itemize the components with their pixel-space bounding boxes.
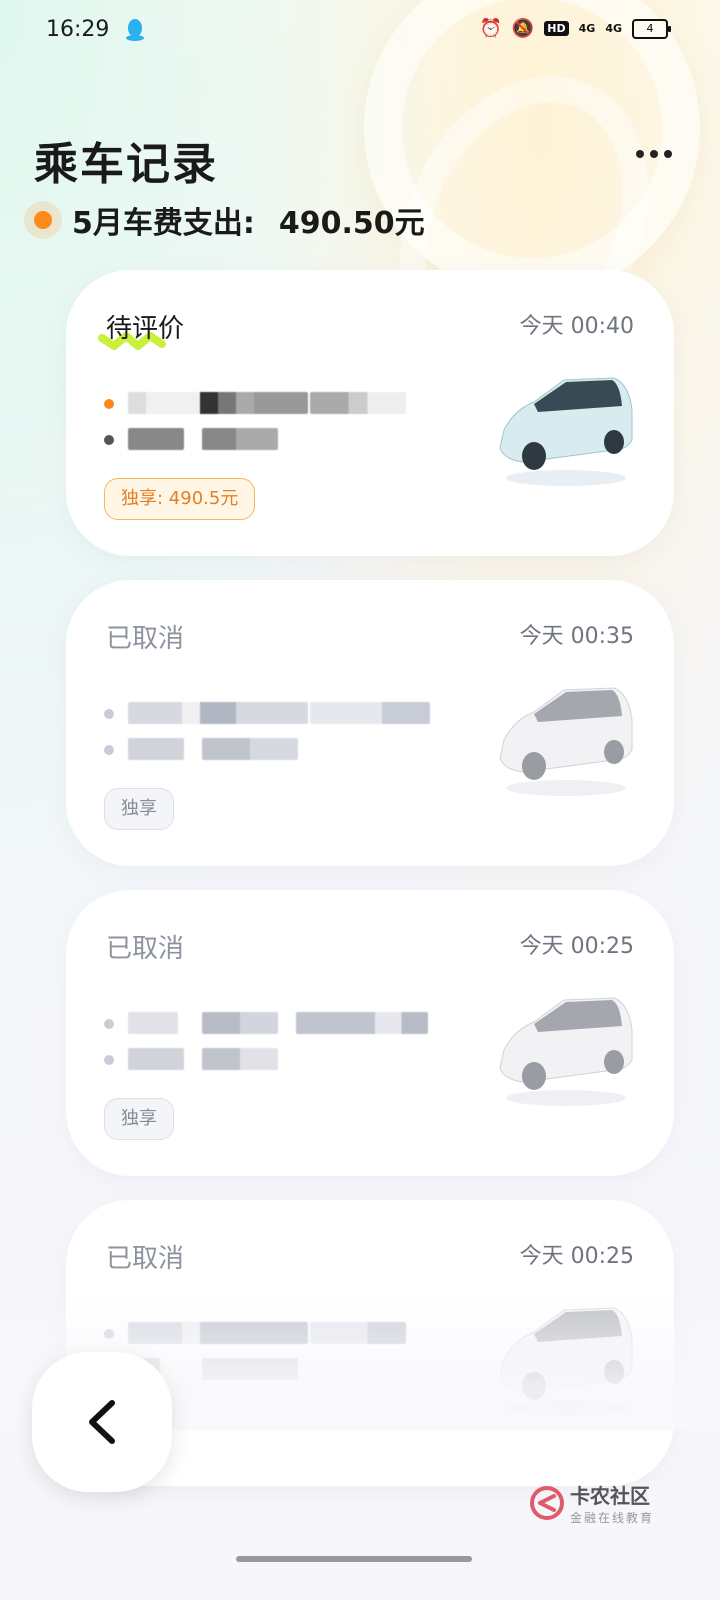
trip-time: 今天 00:25 xyxy=(519,934,634,959)
kanong-logo-icon xyxy=(530,1486,564,1520)
trip-time: 今天 00:35 xyxy=(519,624,634,649)
back-button[interactable] xyxy=(32,1352,172,1492)
start-location xyxy=(104,702,464,724)
mute-bell-icon: 🔕 xyxy=(511,18,535,39)
watermark-title: 卡农社区 xyxy=(570,1484,650,1508)
trip-status: 已取消 xyxy=(106,1244,185,1274)
summary-dot-icon xyxy=(24,201,62,239)
watermark: 卡农社区 金融在线教育 xyxy=(530,1480,654,1526)
signal-icon: 4G xyxy=(605,22,622,35)
battery-icon: 4 xyxy=(632,18,671,39)
status-time: 16:29 xyxy=(46,17,110,42)
trip-status: 已取消 xyxy=(106,624,185,654)
start-location xyxy=(104,392,464,414)
more-dots-icon[interactable] xyxy=(636,150,672,158)
page-title: 乘车记录 xyxy=(34,139,218,190)
exclusive-tag: 独享 xyxy=(104,1098,174,1140)
exclusive-price-tag: 独享: 490.5元 xyxy=(104,478,256,520)
car-icon xyxy=(499,377,633,486)
status-icons: ⏰ 🔕 HD 4G 4G 4 xyxy=(479,18,671,39)
trip-status: 已取消 xyxy=(106,934,185,964)
watermark-subtitle: 金融在线教育 xyxy=(570,1511,655,1525)
start-location xyxy=(104,1012,464,1034)
qq-penguin-icon xyxy=(126,19,144,41)
trip-time: 今天 00:40 xyxy=(519,314,634,339)
car-icon xyxy=(499,997,633,1106)
alarm-icon: ⏰ xyxy=(479,18,502,39)
monthly-summary: 5月车费支出: 490.50元 xyxy=(24,198,425,242)
car-icon xyxy=(499,687,633,796)
trip-status: 待评价 xyxy=(106,314,185,344)
end-location xyxy=(104,738,464,760)
summary-label: 5月车费支出: xyxy=(72,206,255,241)
home-indicator[interactable] xyxy=(236,1556,472,1562)
end-location xyxy=(104,428,464,450)
status-bar: 16:29 ⏰ 🔕 HD 4G 4G 4 xyxy=(0,0,720,64)
summary-amount: 490.50元 xyxy=(278,206,425,241)
hd-icon: HD xyxy=(544,21,569,36)
trip-card[interactable]: 已取消 今天 00:25 独享 xyxy=(66,890,674,1176)
signal-icon: 4G xyxy=(578,22,596,35)
trip-card[interactable]: 待评价 今天 00:40 独享: 490.5元 xyxy=(66,270,674,556)
end-location xyxy=(104,1048,464,1070)
exclusive-tag: 独享 xyxy=(104,788,174,830)
trip-card[interactable]: 已取消 今天 00:35 独享 xyxy=(66,580,674,866)
chevron-left-icon xyxy=(89,1400,115,1444)
trip-time: 今天 00:25 xyxy=(519,1244,634,1269)
